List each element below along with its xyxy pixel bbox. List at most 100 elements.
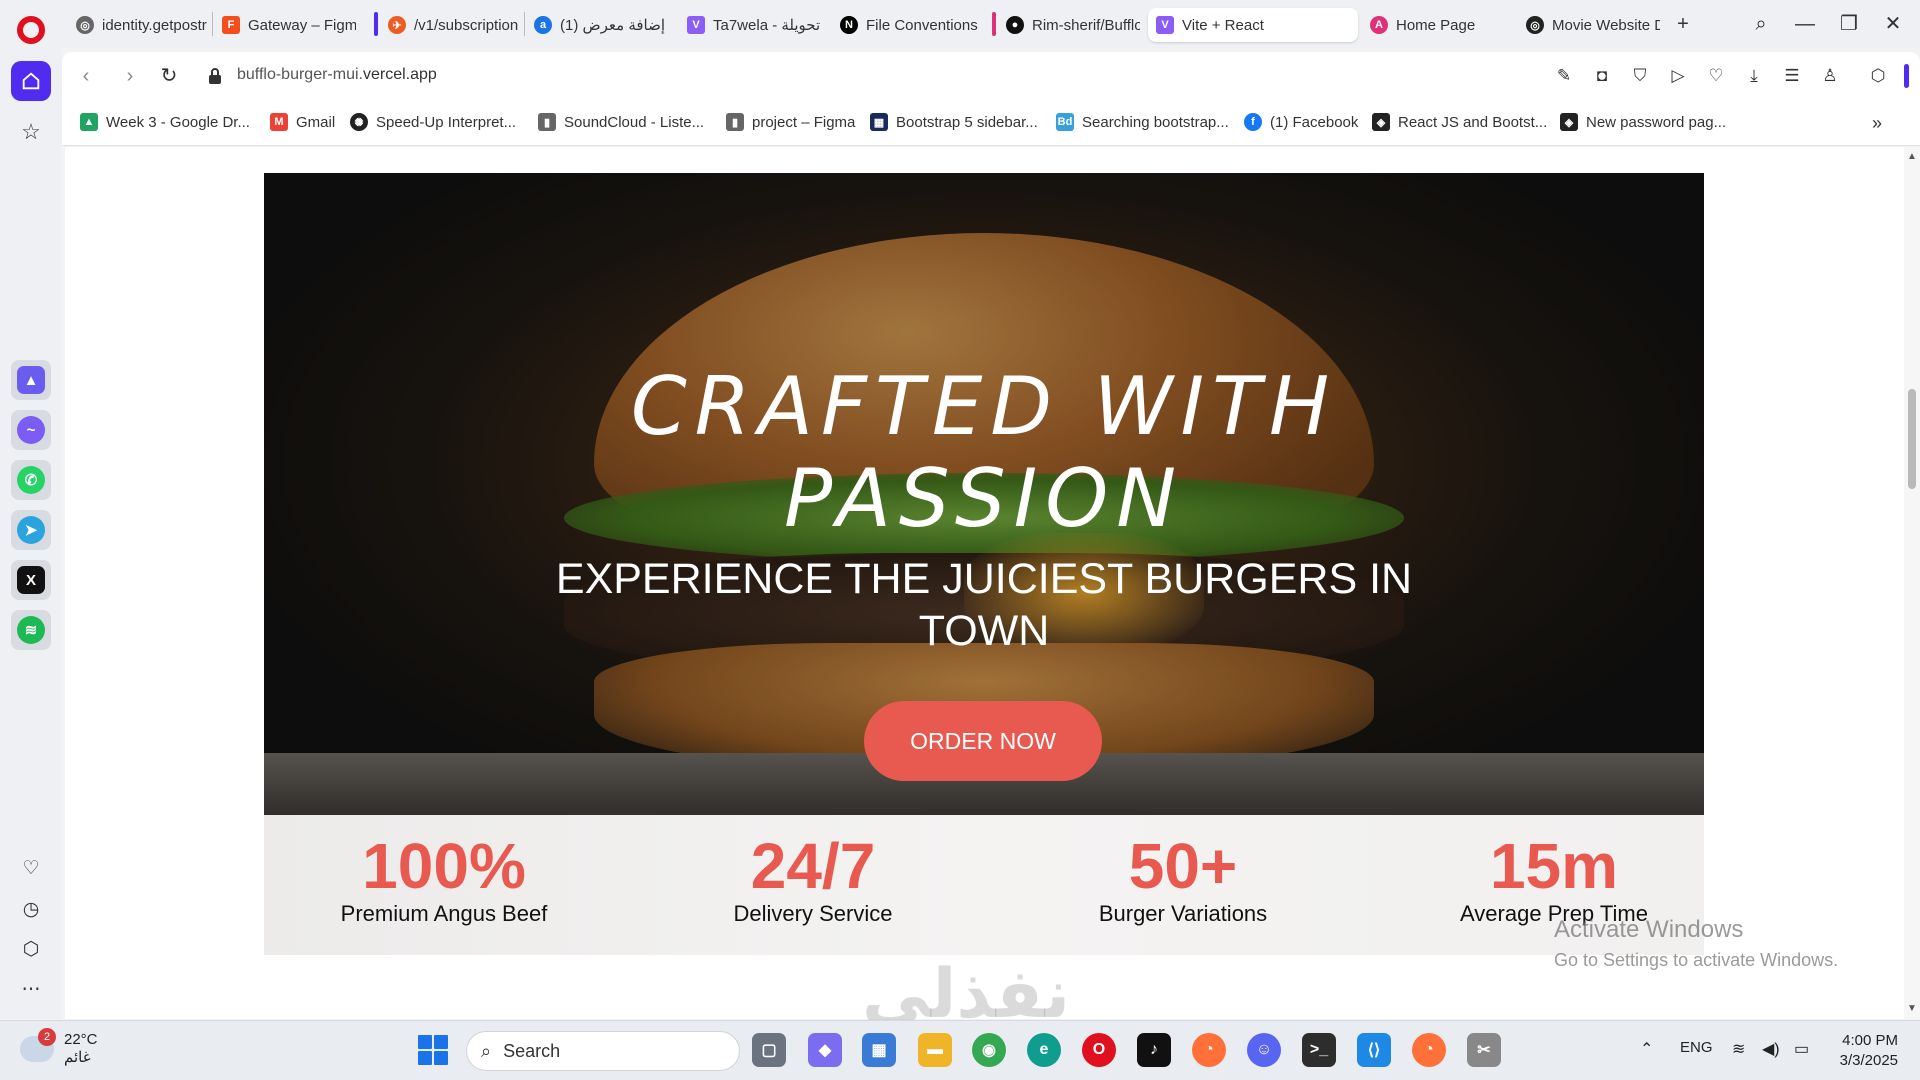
heart-icon[interactable]: ♡ [18, 855, 44, 881]
taskbar-search[interactable]: ⌕ Search [466, 1031, 740, 1071]
edge-icon[interactable]: e [1027, 1033, 1061, 1067]
openai-icon: ✺ [350, 113, 368, 131]
order-now-button[interactable]: ORDER NOW [864, 701, 1102, 781]
opera-icon[interactable]: O [1082, 1033, 1116, 1067]
terminal-icon[interactable]: >_ [1302, 1033, 1336, 1067]
profile-icon[interactable]: ♙ [1818, 64, 1842, 88]
tab-6[interactable]: ● Rim-sherif/Bufflo [998, 8, 1140, 42]
extensions-cube-icon[interactable]: ⬡ [18, 936, 44, 962]
stat-value: 24/7 [750, 830, 876, 902]
bookmark-label: React JS and Bootst... [1398, 113, 1548, 131]
nextjs-icon: N [840, 16, 858, 34]
scroll-down-arrow-icon[interactable]: ▼ [1907, 1003, 1917, 1014]
tab-5[interactable]: N File Conventions [832, 8, 982, 42]
bookmark-1[interactable]: M Gmail [270, 113, 335, 131]
play-icon[interactable]: ▷ [1666, 64, 1690, 88]
copilot-icon[interactable]: ◆ [808, 1033, 842, 1067]
bookmark-0[interactable]: ▲ Week 3 - Google Dr... [80, 113, 250, 131]
back-arrow-icon[interactable]: ‹ [72, 62, 100, 90]
forward-arrow-icon[interactable]: › [116, 62, 144, 90]
clock[interactable]: 4:00 PM 3/3/2025 [1840, 1031, 1898, 1071]
reload-icon[interactable]: ↻ [155, 62, 183, 90]
tab-9[interactable]: ◎ Movie Website D [1518, 8, 1660, 42]
snipping-tool-icon[interactable]: ✂ [1467, 1033, 1501, 1067]
chrome-icon[interactable]: ◉ [972, 1033, 1006, 1067]
whatsapp-icon[interactable]: ✆ [11, 460, 51, 500]
file-explorer-icon[interactable]: ▬ [918, 1033, 952, 1067]
bookmark-label: Speed-Up Interpret... [376, 113, 517, 131]
search-tabs-icon[interactable]: ⌕ [1746, 10, 1776, 38]
tab-8[interactable]: A Home Page [1362, 8, 1514, 42]
postman-icon: ✈ [388, 16, 406, 34]
bookmark-label: New password pag... [1586, 113, 1727, 131]
vscode-icon[interactable]: ⟨⟩ [1357, 1033, 1391, 1067]
x-twitter-icon[interactable]: X [11, 560, 51, 600]
close-icon[interactable]: ✕ [1878, 10, 1908, 38]
tab-7-active[interactable]: V Vite + React [1148, 8, 1358, 42]
language-indicator[interactable]: ENG [1680, 1039, 1713, 1056]
bookmark-6[interactable]: Bd Searching bootstrap... [1056, 113, 1229, 131]
search-placeholder: Search [503, 1040, 561, 1061]
volume-icon[interactable]: ◀) [1762, 1039, 1780, 1059]
url-field[interactable]: bufflo-burger-mui.vercel.app [237, 66, 437, 84]
stat-value: 100% [362, 830, 526, 902]
aria-app-icon[interactable]: ▲ [11, 360, 51, 400]
widgets-store-icon[interactable]: ▦ [862, 1033, 896, 1067]
firefox-icon[interactable]: ◔ [1192, 1033, 1226, 1067]
camera-icon[interactable]: ◘ [1590, 64, 1614, 88]
messenger-icon[interactable]: ~ [11, 410, 51, 450]
bookmark-3[interactable]: ▮ SoundCloud - Liste... [538, 113, 704, 131]
bookmark-5[interactable]: ▦ Bootstrap 5 sidebar... [870, 113, 1038, 131]
tray-chevron-up-icon[interactable]: ⌃ [1640, 1039, 1653, 1059]
history-clock-icon[interactable]: ◷ [18, 896, 44, 922]
shield-icon[interactable]: ⛉ [1628, 64, 1652, 88]
tab-2[interactable]: ✈ /v1/subscription [380, 8, 522, 42]
bookmark-2[interactable]: ✺ Speed-Up Interpret... [350, 113, 516, 131]
tab-label: (1) إضافة معرض [560, 17, 666, 34]
more-dots-icon[interactable]: ⋯ [18, 976, 44, 1002]
bookmarks-bar: ▲ Week 3 - Google Dr... M Gmail ✺ Speed-Up … [62, 100, 1920, 146]
bookmark-7[interactable]: f (1) Facebook [1244, 113, 1358, 131]
discord-icon[interactable]: ☺ [1247, 1033, 1281, 1067]
bookmark-8[interactable]: ◈ React JS and Bootst... [1372, 113, 1547, 131]
weather-widget[interactable]: 2 22°C غائم [20, 1028, 98, 1067]
firefox-dev-icon[interactable]: ◔ [1412, 1033, 1446, 1067]
bookmarks-overflow-chevron-icon[interactable]: » [1872, 113, 1882, 134]
easy-setup-icon[interactable]: ☰ [1780, 64, 1804, 88]
tiktok-icon[interactable]: ♪ [1137, 1033, 1171, 1067]
codepen-icon: ◈ [1372, 113, 1390, 131]
tab-bar: ◎ identity.getpostr F Gateway – Figma ✈ … [62, 0, 1920, 48]
codepen-icon: ◈ [1560, 113, 1578, 131]
download-icon[interactable]: ⤓ [1742, 64, 1766, 88]
home-icon[interactable] [11, 61, 51, 101]
spotify-icon[interactable]: ≋ [11, 610, 51, 650]
figma-icon: F [222, 16, 240, 34]
windows-start-icon[interactable] [418, 1035, 448, 1065]
bookmark-4[interactable]: ▮ project – Figma [726, 113, 855, 131]
tab-1[interactable]: F Gateway – Figma [214, 8, 356, 42]
hero-title-line2: PASSION [783, 452, 1185, 545]
opera-logo-icon[interactable] [17, 16, 45, 44]
stat-item: 24/7 Delivery Service [633, 833, 993, 927]
page-scrollbar[interactable]: ▲ ▼ [1904, 147, 1920, 1019]
stat-value: 15m [1489, 830, 1619, 902]
minimize-icon[interactable]: — [1790, 10, 1820, 38]
telegram-icon[interactable]: ➤ [11, 510, 51, 550]
battery-icon[interactable]: ▭ [1794, 1039, 1809, 1059]
tab-4[interactable]: V Ta7wela - تحويلة [679, 8, 829, 42]
tab-label: Ta7wela - تحويلة [713, 17, 821, 34]
cube-icon[interactable]: ⬡ [1866, 64, 1890, 88]
heart-icon[interactable]: ♡ [1704, 64, 1728, 88]
scroll-thumb[interactable] [1908, 389, 1916, 489]
task-view-icon[interactable]: ▢ [752, 1033, 786, 1067]
gmail-icon: M [270, 113, 288, 131]
scroll-up-arrow-icon[interactable]: ▲ [1907, 151, 1917, 162]
edit-icon[interactable]: ✎ [1552, 64, 1576, 88]
bookmark-9[interactable]: ◈ New password pag... [1560, 113, 1726, 131]
speed-dial-star-icon[interactable]: ☆ [19, 120, 43, 144]
restore-icon[interactable]: ❐ [1834, 10, 1864, 38]
new-tab-plus-icon[interactable]: + [1668, 10, 1698, 38]
lock-icon [209, 68, 221, 84]
tab-0[interactable]: ◎ identity.getpostr [68, 8, 210, 42]
wifi-icon[interactable]: ≋ [1732, 1039, 1745, 1059]
